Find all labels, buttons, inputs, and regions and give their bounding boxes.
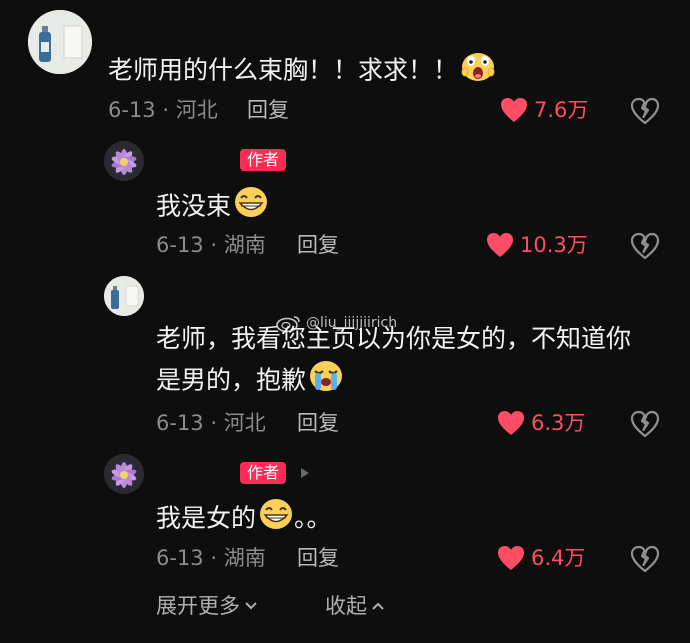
like-count: 6.3万 — [531, 411, 586, 435]
product-photo-icon — [104, 276, 144, 316]
like-count: 7.6万 — [534, 98, 589, 122]
broken-heart-icon[interactable] — [630, 410, 660, 438]
reply-button[interactable]: 回复 — [297, 411, 339, 435]
comment-text-line: 老师，我看您主页以为你是女的，不知道你 — [156, 324, 632, 353]
comment-thread: 老师用的什么束胸！！求求！！ 6-13 · 河北 回复 7.6万 作者 我没束 … — [0, 0, 690, 643]
like-count: 6.4万 — [531, 546, 586, 570]
comment-text: 我没束 — [156, 186, 269, 229]
like-button[interactable]: 7.6万 — [500, 97, 588, 123]
comment-text-content: 老师用的什么束胸！！求求！！ — [108, 55, 459, 85]
like-count: 10.3万 — [520, 233, 588, 257]
heart-icon — [487, 233, 513, 257]
lotus-flower-avatar[interactable] — [104, 141, 144, 181]
chevron-down-icon — [245, 602, 257, 610]
comment-location: 河北 — [223, 411, 266, 435]
comment-meta: 6-13 · 河北 — [108, 98, 218, 122]
grinning-face-icon — [233, 186, 269, 229]
product-photo-icon — [28, 10, 92, 74]
broken-heart-icon[interactable] — [630, 97, 660, 125]
lotus-flower-avatar[interactable] — [104, 454, 144, 494]
comment-meta: 6-13 · 河北 — [156, 411, 266, 435]
author-badge: 作者 — [240, 149, 287, 171]
screaming-face-icon — [460, 50, 496, 93]
heart-icon — [498, 546, 524, 570]
comment-text: 我是女的 。。 — [156, 498, 332, 541]
broken-heart-icon[interactable] — [630, 232, 660, 260]
collapse-label: 收起 — [325, 594, 367, 618]
comment-date: 6-13 — [156, 411, 204, 435]
broken-heart-icon[interactable] — [630, 545, 660, 573]
comment-text: 老师，我看您主页以为你是女的，不知道你 是男的，抱歉 — [156, 320, 631, 403]
expand-more-button[interactable]: 展开更多 — [156, 594, 258, 618]
grinning-face-icon — [258, 498, 294, 541]
comment-text-line: 是男的，抱歉 — [156, 365, 307, 395]
reply-button[interactable]: 回复 — [297, 546, 339, 570]
like-button[interactable]: 6.3万 — [497, 410, 585, 436]
like-button[interactable]: 10.3万 — [486, 232, 588, 258]
collapse-button[interactable]: 收起 — [325, 594, 385, 618]
product-photo-avatar[interactable] — [104, 276, 144, 316]
comment-date: 6-13 — [156, 546, 204, 570]
comment-location: 河北 — [175, 98, 218, 122]
heart-icon — [498, 411, 524, 435]
comment-meta: 6-13 · 湖南 — [156, 233, 266, 257]
lotus-flower-icon — [104, 141, 144, 181]
comment-date: 6-13 — [108, 98, 156, 122]
reply-button[interactable]: 回复 — [297, 233, 339, 257]
reply-button[interactable]: 回复 — [247, 98, 289, 122]
like-button[interactable]: 6.4万 — [497, 545, 585, 571]
comment-text-content: 我没束 — [156, 191, 232, 221]
play-triangle-icon — [301, 468, 309, 478]
product-photo-avatar[interactable] — [28, 10, 92, 74]
chevron-up-icon — [372, 602, 384, 610]
comment-date: 6-13 — [156, 233, 204, 257]
comment-text: 老师用的什么束胸！！求求！！ — [108, 50, 496, 93]
comment-location: 湖南 — [223, 233, 266, 257]
comment-meta: 6-13 · 湖南 — [156, 546, 266, 570]
lotus-flower-icon — [104, 454, 144, 494]
author-badge: 作者 — [240, 462, 287, 484]
comment-text-content: 我是女的 — [156, 503, 257, 533]
comment-text-suffix: 。。 — [294, 503, 332, 533]
heart-icon — [501, 98, 527, 122]
expand-more-label: 展开更多 — [156, 594, 240, 618]
crying-face-icon — [308, 360, 344, 403]
comment-location: 湖南 — [223, 546, 266, 570]
